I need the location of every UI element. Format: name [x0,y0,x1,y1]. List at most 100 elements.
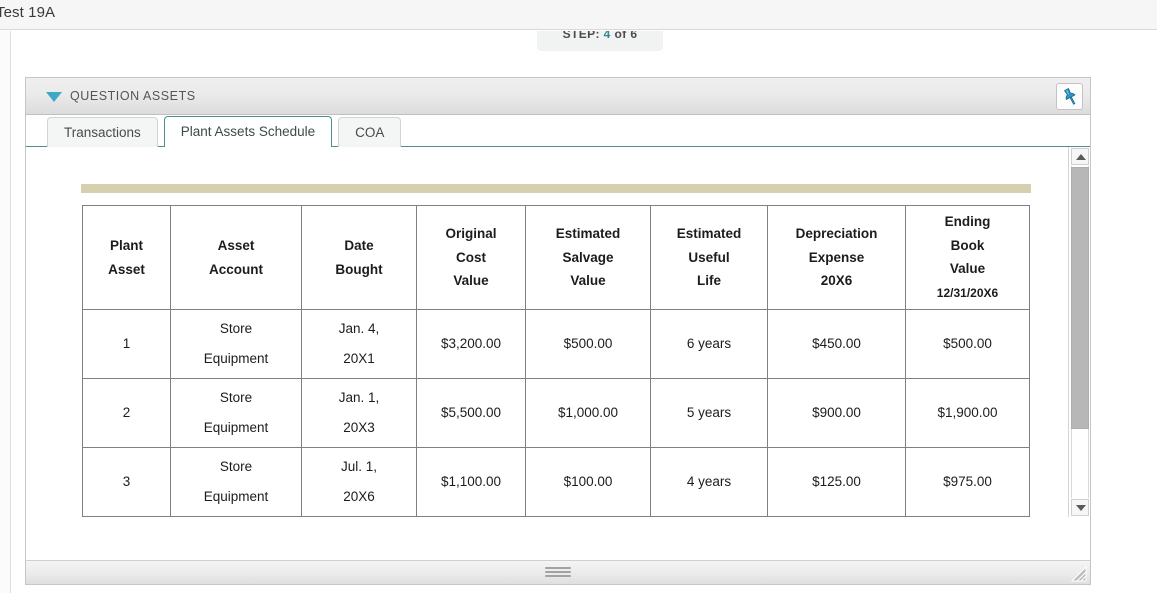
table-body: 1 Store Equipment Jan. 4, 20X1 $3,200.00 [82,309,1030,517]
tab-label: Transactions [64,125,141,140]
cell-original-cost-value: $3,200.00 [416,309,526,379]
drag-handle-line [545,567,571,569]
drag-handle-line [545,571,571,573]
table-row[interactable]: 3 Store Equipment Jul. 1, 20X6 $1,100.00 [82,447,1030,517]
pin-button[interactable] [1056,83,1083,110]
header-line: Plant [109,238,143,253]
tabstrip: Transactions Plant Assets Schedule COA [26,115,1090,148]
cell-estimated-salvage-value: $500.00 [525,309,651,379]
cell-line: Equipment [203,351,269,366]
cell-ending-book-value: $975.00 [905,447,1030,517]
triangle-down-icon [1076,505,1086,511]
header-line: Value [570,273,606,289]
table-header: Plant Asset Asset Account Date Bought Or… [82,205,1030,310]
pushpin-icon [1064,88,1076,105]
step-indicator-text: STEP: 4 of 6 [537,31,663,49]
cell-estimated-useful-life: 4 years [650,447,768,517]
header-line: Estimated [555,226,621,242]
column-header-ending-book-value: Ending Book Value 12/31/20X6 [905,205,1030,310]
step-suffix: of 6 [610,31,638,41]
cell-ending-book-value: $1,900.00 [905,378,1030,448]
header-line: Asset [217,238,255,253]
triangle-up-icon [1076,154,1086,160]
drag-handle-icon[interactable] [545,567,571,579]
cell-plant-asset: 1 [82,309,171,379]
cell-date-bought: Jul. 1, 20X6 [301,447,417,517]
header-line: Cost [456,249,486,265]
header-line: Ending [944,214,991,229]
left-gutter [0,31,11,593]
tab-plant-assets-schedule[interactable]: Plant Assets Schedule [163,116,333,148]
cell-line: Store [219,459,253,474]
schedule-document: Plant Asset Asset Account Date Bought Or… [26,147,1068,517]
cell-line: Jan. 4, [338,321,380,336]
cell-line: Store [219,321,253,336]
cell-original-cost-value: $1,100.00 [416,447,526,517]
header-line: 12/31/20X6 [936,285,999,300]
column-header-asset-account: Asset Account [170,205,302,310]
scroll-up-button[interactable] [1071,148,1089,165]
cell-depreciation-expense: $125.00 [767,447,906,517]
header-line: Asset [108,261,145,277]
tab-content-area: Plant Asset Asset Account Date Bought Or… [26,147,1090,517]
table-row[interactable]: 1 Store Equipment Jan. 4, 20X1 $3,200.00 [82,309,1030,379]
scrollbar-thumb[interactable] [1071,167,1089,429]
page-canvas: STEP: 4 of 6 QUESTION ASSETS Transaction… [12,31,1157,593]
header-line: Depreciation [795,226,878,242]
column-header-original-cost-value: Original Cost Value [416,205,526,310]
cell-asset-account: Store Equipment [170,378,302,448]
column-header-estimated-salvage-value: Estimated Salvage Value [525,205,651,310]
panel-title: QUESTION ASSETS [70,89,196,103]
cell-line: 20X1 [343,351,375,366]
scroll-down-button[interactable] [1071,499,1089,516]
cell-estimated-useful-life: 5 years [650,378,768,448]
column-header-estimated-useful-life: Estimated Useful Life [650,205,768,310]
column-header-date-bought: Date Bought [301,205,417,310]
cell-estimated-salvage-value: $100.00 [525,447,651,517]
header-line: Salvage [562,249,614,265]
table-header-row: Plant Asset Asset Account Date Bought Or… [82,205,1030,310]
vertical-scrollbar[interactable] [1068,147,1090,517]
cell-date-bought: Jan. 1, 20X3 [301,378,417,448]
header-line: 20X6 [820,273,853,289]
tab-coa[interactable]: COA [338,117,402,147]
cell-line: Equipment [203,489,269,504]
header-line: Book [950,237,985,253]
header-line: Value [453,273,489,289]
header-line: Estimated [676,226,742,242]
resize-grip-icon[interactable] [1069,564,1088,583]
cell-asset-account: Store Equipment [170,309,302,379]
column-header-plant-asset: Plant Asset [82,205,171,310]
tab-transactions[interactable]: Transactions [47,117,158,147]
step-current: 4 [603,31,611,41]
app-title: Test 19A [0,4,56,21]
plant-assets-schedule-table: Plant Asset Asset Account Date Bought Or… [82,205,1030,517]
panel-header[interactable]: QUESTION ASSETS [26,78,1090,115]
cell-line: Store [219,390,253,405]
cell-asset-account: Store Equipment [170,447,302,517]
caret-down-icon[interactable] [46,92,62,102]
app-titlebar: Test 19A [0,0,1157,30]
tab-label: Plant Assets Schedule [180,124,316,139]
cell-depreciation-expense: $450.00 [767,309,906,379]
column-header-depreciation-expense: Depreciation Expense 20X6 [767,205,906,310]
cell-plant-asset: 3 [82,447,171,517]
header-line: Life [696,273,721,289]
header-line: Date [344,238,374,253]
cell-line: Jul. 1, [340,459,378,474]
drag-handle-line [545,575,571,577]
tab-label: COA [355,125,385,140]
cell-date-bought: Jan. 4, 20X1 [301,309,417,379]
document-rule [81,184,1031,193]
table-row[interactable]: 2 Store Equipment Jan. 1, 20X3 $5,500.00 [82,378,1030,448]
header-line: Expense [808,249,865,265]
cell-line: 20X6 [343,489,375,504]
question-assets-panel: QUESTION ASSETS Transactions Plant Asset… [25,77,1091,560]
cell-estimated-useful-life: 6 years [650,309,768,379]
step-prefix: STEP: [562,31,604,41]
cell-line: Jan. 1, [338,390,380,405]
cell-estimated-salvage-value: $1,000.00 [525,378,651,448]
page-body: STEP: 4 of 6 QUESTION ASSETS Transaction… [0,31,1157,593]
header-line: Account [209,261,263,277]
cell-line: Equipment [203,420,269,435]
